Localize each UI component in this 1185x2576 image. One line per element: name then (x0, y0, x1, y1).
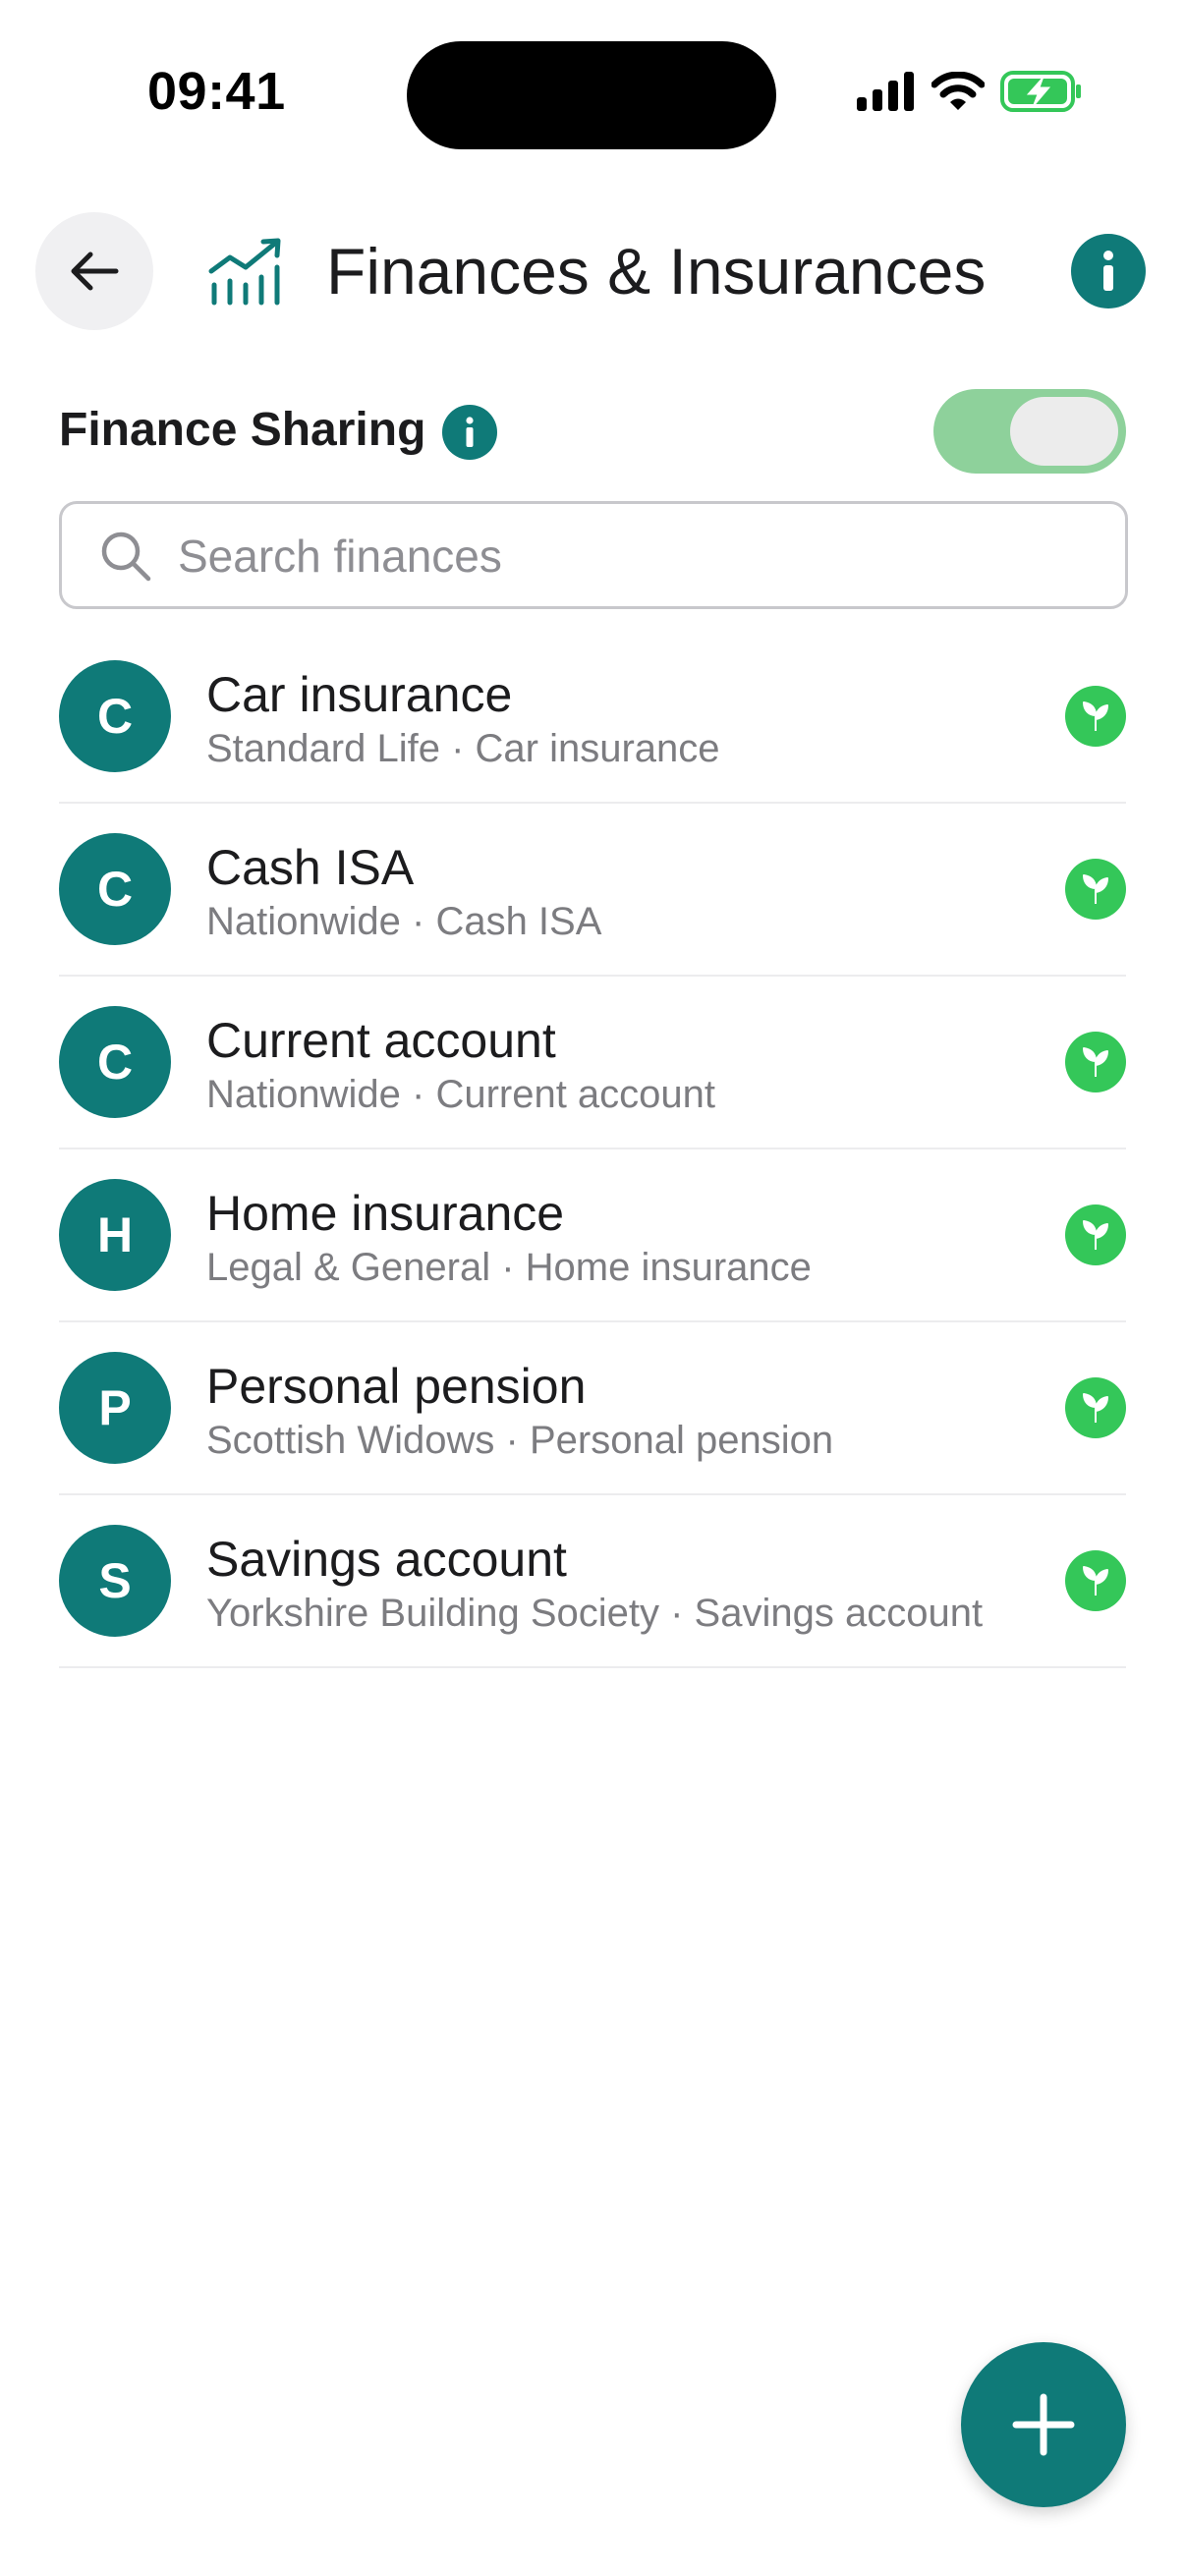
shared-leaf-icon (1065, 1204, 1126, 1265)
item-title: Car insurance (206, 667, 513, 722)
avatar: C (59, 660, 171, 772)
avatar: P (59, 1352, 171, 1464)
cellular-signal-icon (857, 72, 914, 111)
status-icons (857, 71, 1083, 112)
header: Finances & Insurances (0, 212, 1185, 330)
shared-leaf-icon (1065, 686, 1126, 747)
shared-leaf-icon (1065, 1032, 1126, 1092)
info-icon (466, 417, 474, 447)
search-box[interactable] (59, 501, 1128, 609)
avatar: C (59, 1006, 171, 1118)
list-item[interactable]: P Personal pension Scottish Widows · Per… (59, 1322, 1126, 1495)
finance-sharing-info-icon[interactable] (442, 405, 497, 460)
toggle-knob (1010, 397, 1118, 466)
info-button[interactable] (1071, 234, 1146, 308)
search-input[interactable] (176, 504, 1103, 608)
item-subtitle: Legal & General · Home insurance (206, 1246, 812, 1289)
item-subtitle: Nationwide · Current account (206, 1073, 716, 1116)
finance-list: C Car insurance Standard Life · Car insu… (59, 631, 1126, 1668)
finance-sharing-label: Finance Sharing (59, 404, 426, 456)
avatar: S (59, 1525, 171, 1637)
item-title: Cash ISA (206, 840, 415, 895)
wifi-icon (931, 72, 985, 110)
item-subtitle: Yorkshire Building Society · Savings acc… (206, 1592, 984, 1635)
list-item[interactable]: H Home insurance Legal & General · Home … (59, 1149, 1126, 1322)
list-item[interactable]: S Savings account Yorkshire Building Soc… (59, 1495, 1126, 1668)
plus-icon (1012, 2393, 1075, 2456)
shared-leaf-icon (1065, 1550, 1126, 1611)
arrow-left-icon (71, 252, 119, 291)
list-item[interactable]: C Car insurance Standard Life · Car insu… (59, 631, 1126, 804)
info-icon (1103, 251, 1113, 291)
list-item[interactable]: C Cash ISA Nationwide · Cash ISA (59, 804, 1126, 977)
item-title: Current account (206, 1013, 556, 1068)
list-item[interactable]: C Current account Nationwide · Current a… (59, 977, 1126, 1149)
item-title: Savings account (206, 1532, 567, 1587)
item-title: Personal pension (206, 1359, 587, 1414)
avatar: C (59, 833, 171, 945)
shared-leaf-icon (1065, 1377, 1126, 1438)
item-subtitle: Nationwide · Cash ISA (206, 900, 602, 943)
avatar: H (59, 1179, 171, 1291)
item-title: Home insurance (206, 1186, 565, 1241)
item-subtitle: Scottish Widows · Personal pension (206, 1419, 834, 1462)
status-bar: 09:41 (0, 0, 1185, 187)
shared-leaf-icon (1065, 859, 1126, 920)
back-button[interactable] (35, 212, 153, 330)
finance-sharing-row: Finance Sharing (59, 389, 1126, 476)
add-finance-button[interactable] (961, 2342, 1126, 2507)
chart-growth-icon (208, 238, 281, 306)
status-time: 09:41 (147, 62, 286, 121)
item-subtitle: Standard Life · Car insurance (206, 727, 720, 770)
dynamic-island (407, 41, 776, 149)
finance-sharing-toggle[interactable] (933, 389, 1126, 474)
search-icon (101, 532, 151, 582)
battery-charging-icon (1000, 71, 1081, 112)
page-title: Finances & Insurances (326, 235, 987, 308)
